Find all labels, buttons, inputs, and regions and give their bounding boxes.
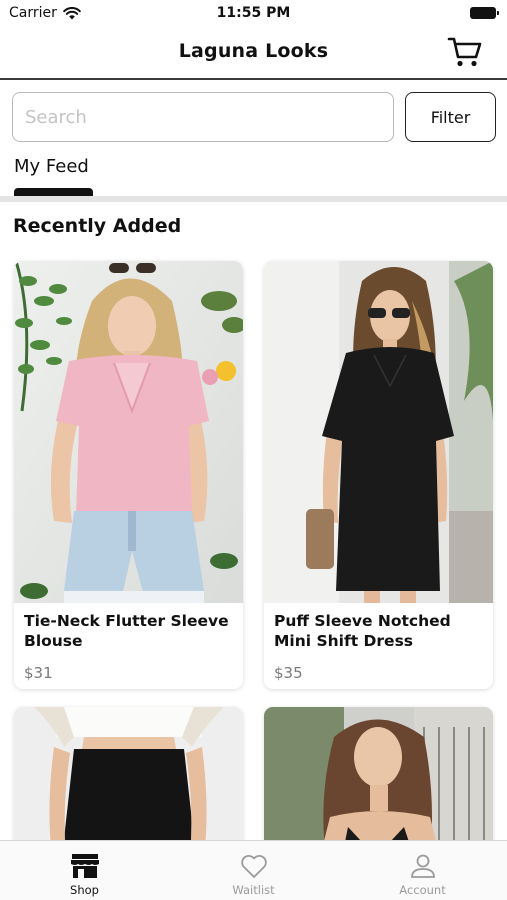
product-name: Tie-Neck Flutter Sleeve Blouse xyxy=(24,612,229,650)
tab-account[interactable]: Account xyxy=(338,841,507,900)
tab-indicator xyxy=(14,188,93,196)
bottom-tab-bar: Shop Waitlist Account xyxy=(0,840,507,900)
product-image[interactable] xyxy=(14,261,243,603)
product-card[interactable] xyxy=(14,707,243,857)
product-image[interactable] xyxy=(264,261,493,603)
filter-button[interactable]: Filter xyxy=(405,92,496,142)
product-card[interactable]: Puff Sleeve Notched Mini Shift Dress $35 xyxy=(264,261,493,689)
store-icon xyxy=(70,854,99,878)
tab-waitlist[interactable]: Waitlist xyxy=(169,841,338,900)
person-icon xyxy=(410,854,435,878)
product-card[interactable] xyxy=(264,707,493,857)
product-price: $31 xyxy=(24,664,53,682)
tab-divider xyxy=(0,196,507,202)
battery-icon xyxy=(470,7,499,19)
nav-bar: Laguna Looks xyxy=(0,26,507,80)
app-title: Laguna Looks xyxy=(178,40,329,62)
cart-icon xyxy=(447,37,482,67)
product-name: Puff Sleeve Notched Mini Shift Dress xyxy=(274,612,451,650)
tab-shop-label: Shop xyxy=(70,883,99,897)
cart-button[interactable] xyxy=(445,34,485,70)
tab-account-label: Account xyxy=(399,883,446,897)
tab-my-feed[interactable]: My Feed xyxy=(14,156,89,177)
heart-icon xyxy=(240,855,267,878)
tab-shop[interactable]: Shop xyxy=(0,841,169,900)
search-input[interactable] xyxy=(12,92,394,142)
product-card[interactable]: Tie-Neck Flutter Sleeve Blouse $31 xyxy=(14,261,243,689)
product-image[interactable] xyxy=(14,707,243,857)
product-image[interactable] xyxy=(264,707,493,857)
section-title: Recently Added xyxy=(13,215,182,237)
product-price: $35 xyxy=(274,664,303,682)
status-time: 11:55 PM xyxy=(216,5,291,21)
tab-waitlist-label: Waitlist xyxy=(232,883,275,897)
status-bar: Carrier 11:55 PM xyxy=(0,0,507,26)
